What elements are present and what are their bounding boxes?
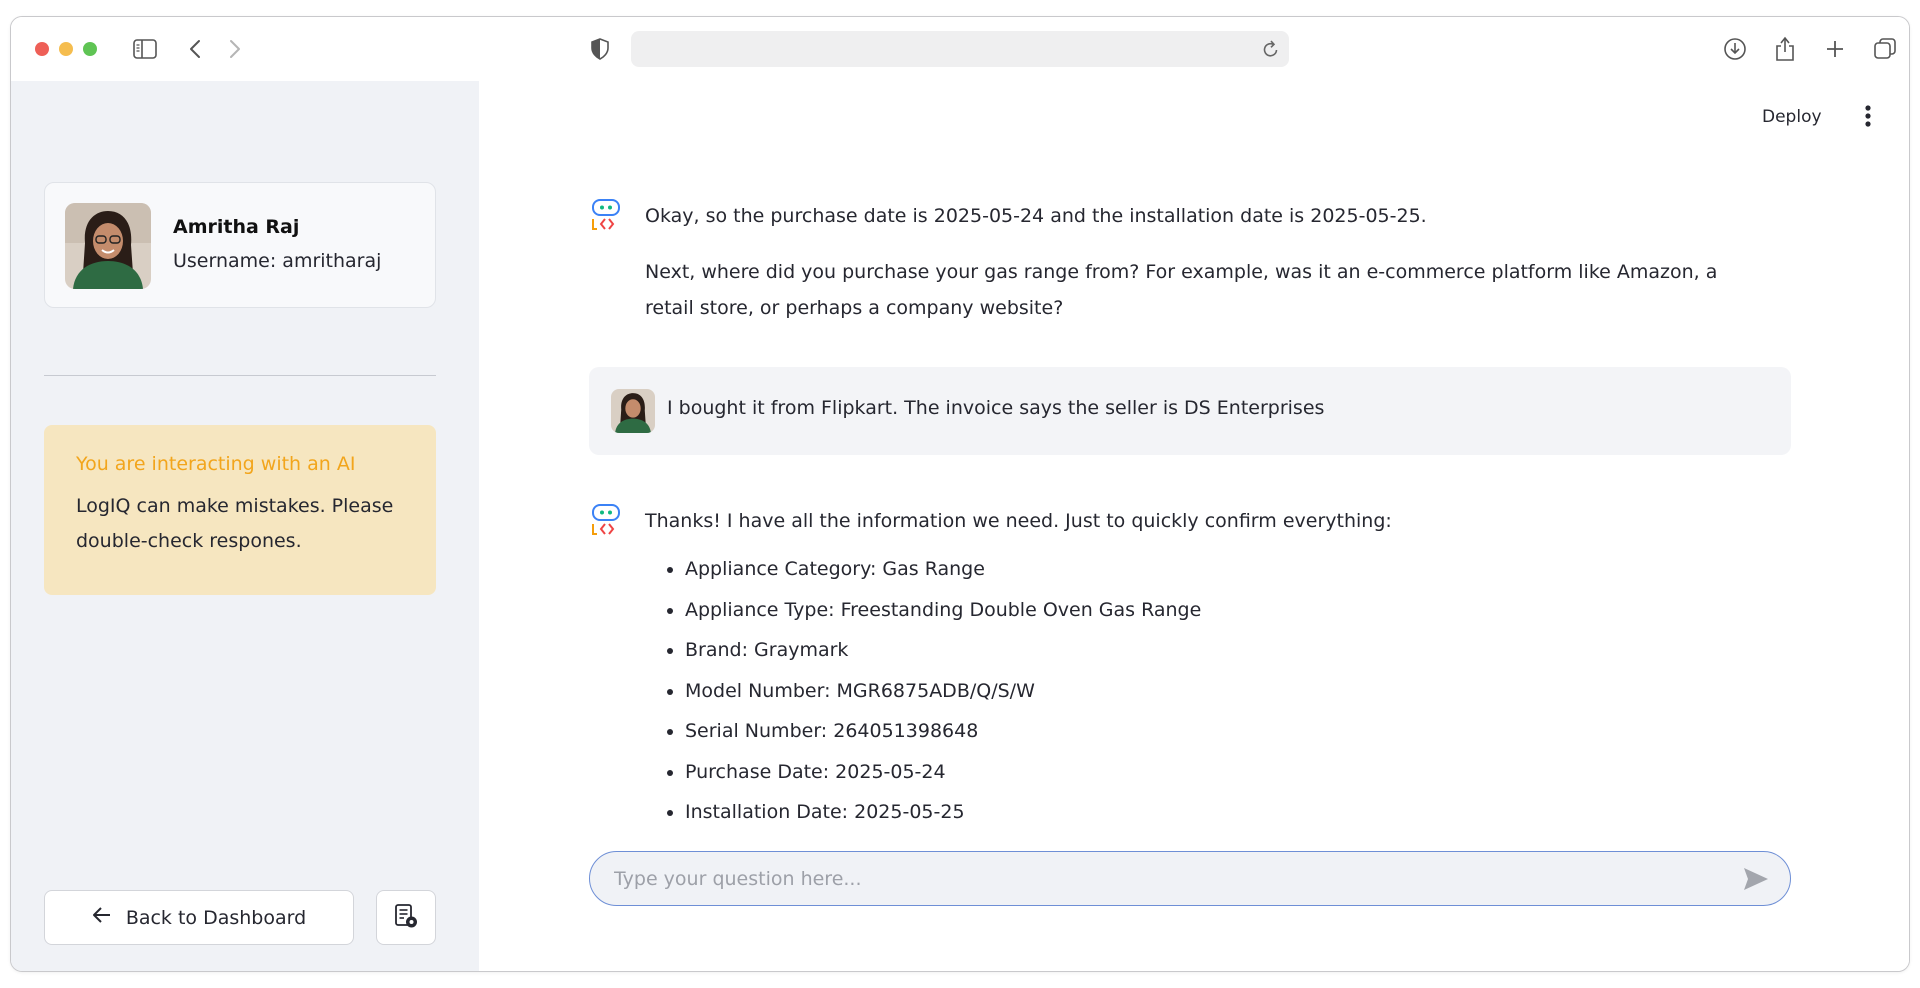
message-intro: Thanks! I have all the information we ne… <box>645 510 1392 532</box>
browser-toolbar <box>11 17 1909 81</box>
maximize-window-button[interactable] <box>83 42 97 56</box>
user-username: Username: amritharaj <box>173 250 382 272</box>
assistant-message-text: Okay, so the purchase date is 2025-05-24… <box>645 198 1765 326</box>
assistant-bot-icon <box>589 198 623 232</box>
chat-input-container <box>589 851 1791 906</box>
share-icon[interactable] <box>1771 35 1799 63</box>
user-message: I bought it from Flipkart. The invoice s… <box>589 367 1791 455</box>
main-chat-area: Deploy Okay, so the purchase date is 202… <box>479 81 1909 971</box>
browser-window: Amritha Raj Username: amritharaj You are… <box>10 16 1910 972</box>
document-settings-icon <box>393 903 419 933</box>
ai-warning-box: You are interacting with an AI LogIQ can… <box>44 425 436 595</box>
assistant-bot-icon <box>589 503 623 537</box>
list-item: Appliance Category: Gas Range <box>685 549 1765 590</box>
tab-overview-icon[interactable] <box>1871 35 1899 63</box>
warning-text: LogIQ can make mistakes. Please double-c… <box>76 495 394 552</box>
document-settings-button[interactable] <box>376 890 436 945</box>
close-window-button[interactable] <box>35 42 49 56</box>
warning-title: You are interacting with an AI <box>76 453 356 475</box>
user-name: Amritha Raj <box>173 216 300 238</box>
user-profile-card: Amritha Raj Username: amritharaj <box>44 182 436 308</box>
list-item: Installation Date: 2025-05-25 <box>685 792 1765 833</box>
user-message-text: I bought it from Flipkart. The invoice s… <box>667 397 1325 419</box>
forward-nav-icon[interactable] <box>221 35 249 63</box>
minimize-window-button[interactable] <box>59 42 73 56</box>
arrow-left-icon <box>92 906 112 929</box>
more-options-icon[interactable] <box>1857 103 1879 129</box>
message-paragraph: Okay, so the purchase date is 2025-05-24… <box>645 205 1427 227</box>
sidebar: Amritha Raj Username: amritharaj You are… <box>11 81 479 971</box>
list-item: Appliance Type: Freestanding Double Oven… <box>685 590 1765 631</box>
assistant-message-text: Thanks! I have all the information we ne… <box>645 503 1765 833</box>
deploy-button[interactable]: Deploy <box>1762 107 1822 127</box>
user-avatar <box>611 389 655 433</box>
sidebar-toggle-icon[interactable] <box>131 35 159 63</box>
back-to-dashboard-button[interactable]: Back to Dashboard <box>44 890 354 945</box>
list-item: Purchase Date: 2025-05-24 <box>685 752 1765 793</box>
send-icon[interactable] <box>1742 866 1770 892</box>
list-item: Serial Number: 264051398648 <box>685 711 1765 752</box>
chat-input[interactable] <box>612 852 1716 906</box>
message-paragraph: Next, where did you purchase your gas ra… <box>645 261 1718 319</box>
confirmation-list: Appliance Category: Gas Range Appliance … <box>645 549 1765 833</box>
sidebar-divider <box>44 375 436 376</box>
back-button-label: Back to Dashboard <box>125 906 307 929</box>
back-nav-icon[interactable] <box>181 35 209 63</box>
list-item: Model Number: MGR6875ADB/Q/S/W <box>685 671 1765 712</box>
list-item: Brand: Graymark <box>685 630 1765 671</box>
new-tab-icon[interactable] <box>1821 35 1849 63</box>
address-bar[interactable] <box>631 31 1289 67</box>
shield-icon[interactable] <box>586 35 614 63</box>
avatar <box>65 203 151 289</box>
reload-icon[interactable] <box>1261 38 1281 64</box>
download-icon[interactable] <box>1721 35 1749 63</box>
